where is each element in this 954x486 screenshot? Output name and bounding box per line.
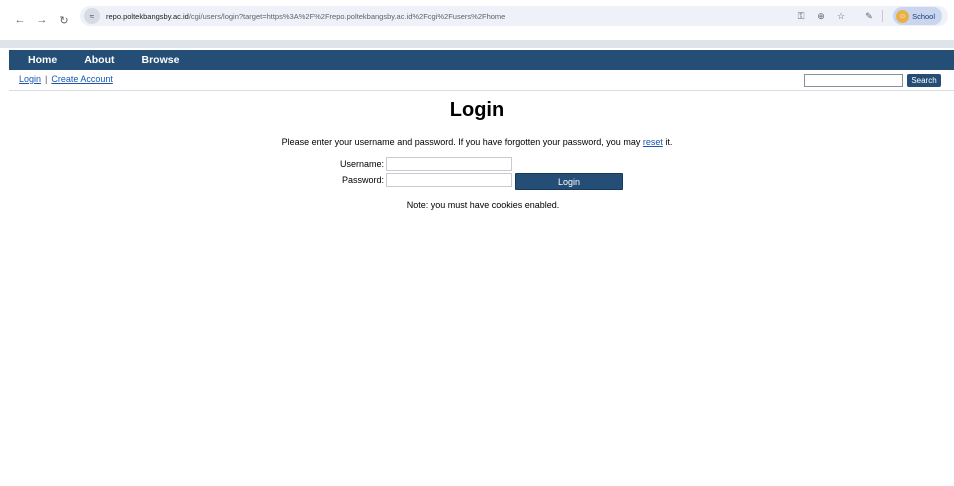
nav-browse[interactable]: Browse [142,54,180,66]
profile-button[interactable]: ☺ School [893,7,942,25]
browser-toolbar: ← → ↻ ≈ repo.poltekbangsby.ac.id/cgi/use… [0,0,954,40]
zoom-icon[interactable]: ⊕ [814,9,828,23]
password-field[interactable] [386,173,512,187]
reload-icon[interactable]: ↻ [56,12,72,28]
profile-label: School [912,11,935,21]
username-label: Username: [339,159,384,169]
login-link[interactable]: Login [19,74,41,84]
reset-password-link[interactable]: reset [643,137,663,147]
address-url[interactable]: repo.poltekbangsby.ac.id/cgi/users/login… [106,12,505,21]
site-nav-bar: Home About Browse [9,50,954,70]
account-links: Login | Create Account [19,74,113,84]
url-host: repo.poltekbangsby.ac.id [106,11,189,21]
intro-text-start: Please enter your username and password.… [281,137,643,147]
bookmarks-bar [0,40,954,48]
nav-home[interactable]: Home [28,54,57,66]
key-icon[interactable]: ⚿ [794,9,808,23]
account-bar: Login | Create Account Search [9,71,954,91]
search-input[interactable] [804,74,903,87]
site-settings-icon[interactable]: ≈ [84,8,100,24]
intro-text-end: it. [662,137,673,147]
url-path: /cgi/users/login?target=https%3A%2F%2Fre… [188,11,506,21]
forward-arrow-icon[interactable]: → [34,12,50,28]
toolbar-divider [882,10,884,22]
password-label: Password: [341,175,384,185]
profile-avatar-icon: ☺ [896,9,910,23]
address-bar-actions: ⚿ ⊕ ☆ ✎ ☺ School [788,7,942,25]
nav-about[interactable]: About [84,54,114,66]
username-field[interactable] [386,157,512,171]
address-bar[interactable]: ≈ repo.poltekbangsby.ac.id/cgi/users/log… [80,6,948,26]
page-title: Login [449,99,505,121]
bookmark-star-icon[interactable]: ☆ [834,9,848,23]
search-button[interactable]: Search [907,74,941,87]
extensions-icon[interactable]: ✎ [862,9,876,23]
back-arrow-icon[interactable]: ← [12,12,28,28]
account-separator: | [45,74,48,84]
login-instructions: Please enter your username and password.… [0,137,954,147]
login-button[interactable]: Login [515,173,623,190]
cookies-note: Note: you must have cookies enabled. [406,200,560,210]
create-account-link[interactable]: Create Account [51,74,113,84]
